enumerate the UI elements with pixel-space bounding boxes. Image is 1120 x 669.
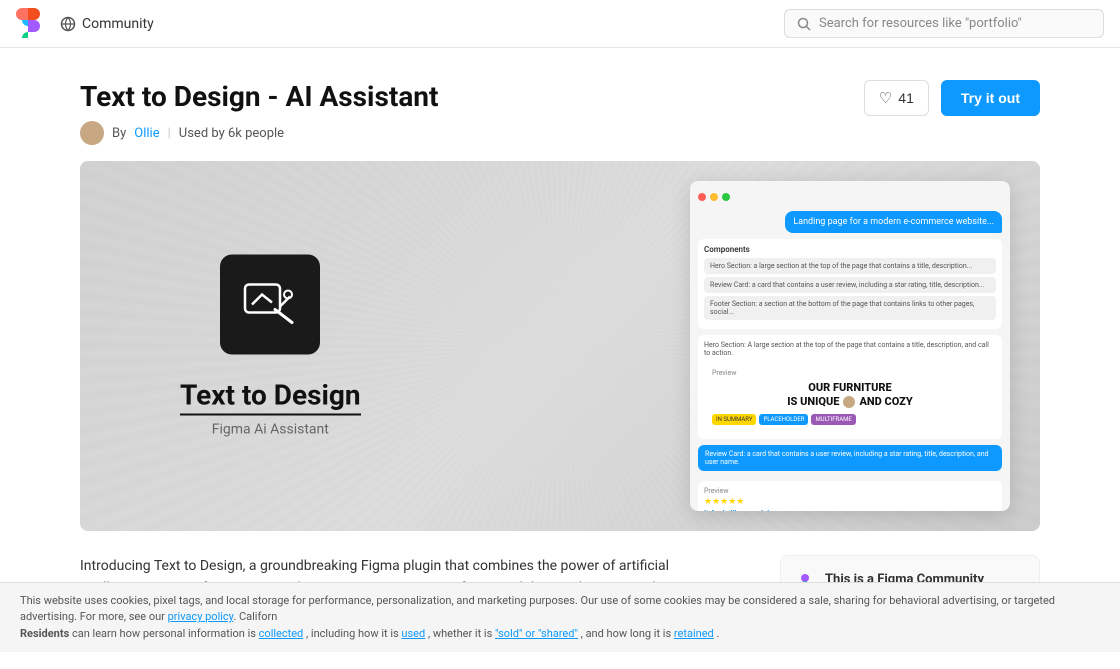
likes-count: 41 xyxy=(898,90,914,106)
heart-icon: ♡ xyxy=(879,89,892,107)
search-bar[interactable]: Search for resources like "portfolio" xyxy=(784,9,1104,38)
top-navigation: Community Search for resources like "por… xyxy=(0,0,1120,48)
author-prefix: By xyxy=(112,126,126,141)
retained-link[interactable]: retained xyxy=(674,627,714,640)
plugin-logo-svg xyxy=(240,275,300,335)
plugin-meta: By Ollie | Used by 6k people xyxy=(80,121,438,145)
preview-background: Text to Design Figma Ai Assistant Landin… xyxy=(80,161,1040,531)
plugin-display-subtitle: Figma Ai Assistant xyxy=(180,422,361,438)
review-title: It feels like magic! xyxy=(704,509,996,511)
furniture-line2: IS UNIQUE xyxy=(787,395,839,409)
community-nav-item[interactable]: Community xyxy=(60,16,154,32)
collected-link[interactable]: collected xyxy=(259,627,304,640)
plugin-logo-box xyxy=(220,255,320,355)
star-rating: ★★★★★ xyxy=(704,497,996,507)
cookie-learn: can learn how personal information is xyxy=(72,627,256,640)
user-message-row: Landing page for a modern e-commerce web… xyxy=(698,211,1002,233)
like-button[interactable]: ♡ 41 xyxy=(864,80,929,116)
author-avatar xyxy=(80,121,104,145)
tags-row: IN SUMMARY PLACEHOLDER MULTIFRAME xyxy=(712,414,988,425)
cookie-california: . Californ xyxy=(233,610,277,623)
hero-section-response: Hero Section: A large section at the top… xyxy=(704,341,996,357)
cookie-period: . xyxy=(716,627,719,640)
cookie-including: , including how it is xyxy=(306,627,399,640)
chat-mockup: Landing page for a modern e-commerce web… xyxy=(690,181,1010,511)
preview-container: Text to Design Figma Ai Assistant Landin… xyxy=(80,161,1040,531)
divider: | xyxy=(168,126,171,141)
main-content: Text to Design - AI Assistant By Ollie |… xyxy=(60,48,1060,669)
header-actions: ♡ 41 Try it out xyxy=(864,80,1040,116)
plugin-header: Text to Design - AI Assistant By Ollie |… xyxy=(80,80,1040,145)
tag-placeholder: PLACEHOLDER xyxy=(759,414,808,425)
furniture-emoji xyxy=(843,396,855,408)
review-preview-label: Preview xyxy=(704,487,996,495)
plugin-logo-area: Text to Design Figma Ai Assistant xyxy=(180,255,361,438)
plugin-display-title: Text to Design xyxy=(180,379,361,416)
close-dot xyxy=(698,193,706,201)
inner-preview-panel: Preview OUR FURNITURE IS UNIQUE AND COZY… xyxy=(704,361,996,433)
component-item-1: Hero Section: a large section at the top… xyxy=(704,258,996,274)
community-label: Community xyxy=(82,16,154,32)
cookie-and: , and how long it is xyxy=(581,627,672,640)
review-card-preview: Preview ★★★★★ It feels like magic! I wil… xyxy=(698,481,1002,511)
used-link[interactable]: used xyxy=(401,627,425,640)
components-label: Components xyxy=(704,245,996,254)
search-placeholder: Search for resources like "portfolio" xyxy=(819,16,1022,31)
author-name[interactable]: Ollie xyxy=(134,126,159,141)
furniture-line2-row: IS UNIQUE AND COZY xyxy=(712,395,988,409)
figma-logo[interactable] xyxy=(16,8,48,40)
tag-summary: IN SUMMARY xyxy=(712,414,756,425)
plugin-info: Text to Design - AI Assistant By Ollie |… xyxy=(80,80,438,145)
furniture-line3: AND COZY xyxy=(859,395,912,409)
sold-shared-link[interactable]: "sold" or "shared" xyxy=(495,627,578,640)
review-response-text: Review Card: a card that contains a user… xyxy=(705,450,995,466)
furniture-line1: OUR FURNITURE xyxy=(712,381,988,395)
cookie-banner: This website uses cookies, pixel tags, a… xyxy=(0,582,1120,653)
try-it-out-button[interactable]: Try it out xyxy=(941,80,1040,116)
california-residents-label: Residents xyxy=(20,627,69,640)
hero-section-panel: Hero Section: A large section at the top… xyxy=(698,335,1002,439)
preview-label: Preview xyxy=(712,369,988,377)
component-item-3: Footer Section: a section at the bottom … xyxy=(704,296,996,320)
tag-multiframe: MULTIFRAME xyxy=(811,414,855,425)
plugin-title: Text to Design - AI Assistant xyxy=(80,80,438,113)
review-card-response: Review Card: a card that contains a user… xyxy=(698,445,1002,471)
minimize-dot xyxy=(710,193,718,201)
globe-icon xyxy=(60,16,76,32)
used-by-label: Used by 6k people xyxy=(179,126,284,141)
plugin-logo-title-area: Text to Design Figma Ai Assistant xyxy=(180,379,361,438)
components-panel: Components Hero Section: a large section… xyxy=(698,239,1002,329)
user-bubble: Landing page for a modern e-commerce web… xyxy=(785,211,1002,233)
privacy-policy-link[interactable]: privacy policy xyxy=(168,610,234,623)
window-controls xyxy=(698,189,1002,205)
search-icon xyxy=(797,17,811,31)
component-item-2: Review Card: a card that contains a user… xyxy=(704,277,996,293)
maximize-dot xyxy=(722,193,730,201)
cookie-whether: , whether it is xyxy=(428,627,492,640)
